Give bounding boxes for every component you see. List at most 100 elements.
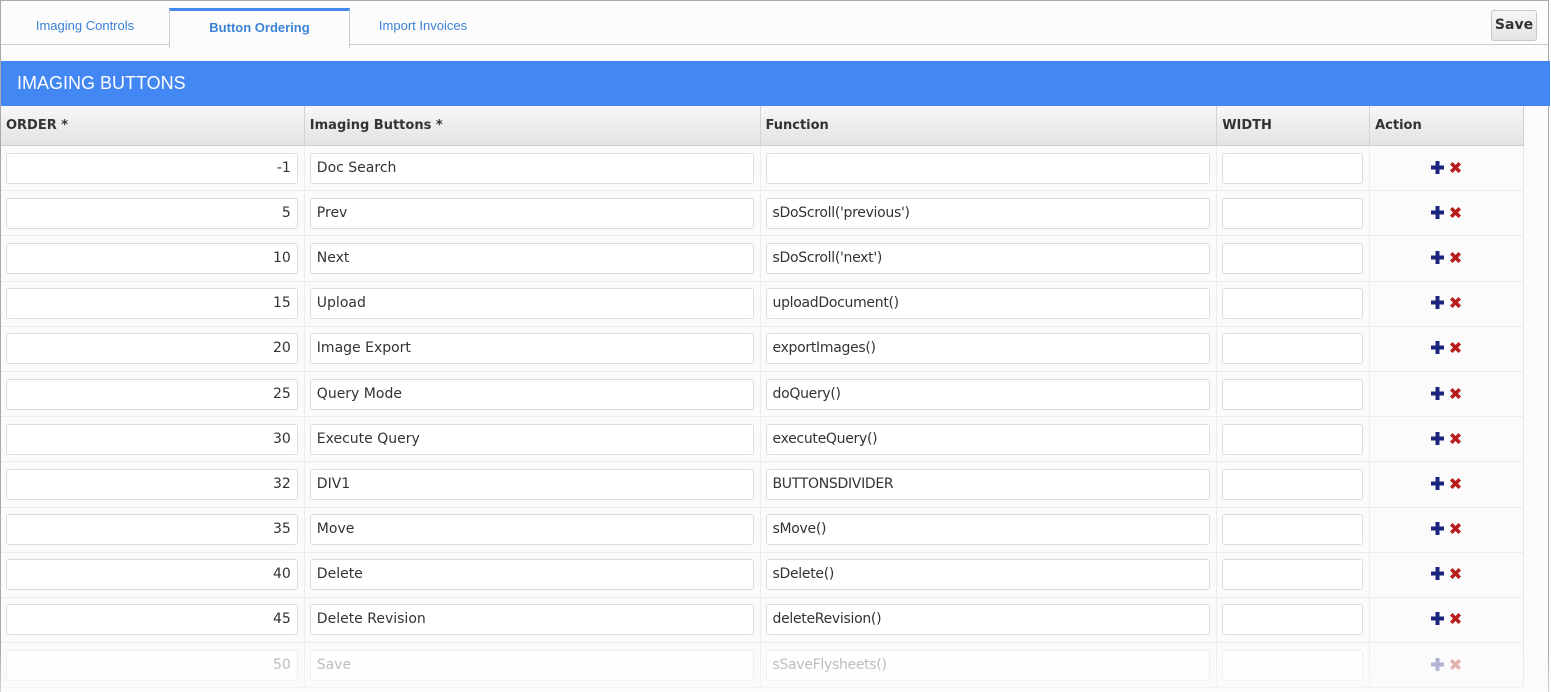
order-input[interactable]: 15 — [6, 288, 298, 320]
grid-header: ORDER * Imaging Buttons * Function WIDTH… — [1, 106, 1524, 146]
function-cell: deleteRevision() — [761, 597, 1218, 643]
order-input[interactable]: 50 — [6, 649, 298, 681]
width-input[interactable] — [1222, 604, 1364, 636]
column-header-action[interactable]: Action — [1370, 106, 1523, 145]
function-input[interactable]: uploadDocument() — [765, 288, 1211, 320]
function-cell — [761, 146, 1218, 191]
order-input[interactable]: -1 — [6, 152, 298, 184]
function-input[interactable]: executeQuery() — [765, 423, 1211, 455]
plus-icon[interactable] — [1430, 250, 1445, 265]
order-input[interactable]: 20 — [6, 333, 298, 365]
width-input[interactable] — [1222, 333, 1364, 365]
plus-icon[interactable] — [1430, 205, 1445, 220]
order-cell: 25 — [1, 371, 305, 417]
tab-import-invoices[interactable]: Import Invoices — [349, 9, 497, 44]
x-icon[interactable] — [1448, 431, 1463, 446]
function-input[interactable]: sSaveFlysheets() — [765, 649, 1211, 681]
button-name-input[interactable]: Delete Revision — [309, 604, 754, 636]
function-input[interactable] — [765, 152, 1211, 184]
x-icon[interactable] — [1448, 566, 1463, 581]
order-input[interactable]: 25 — [6, 378, 298, 410]
button-name-input[interactable]: Delete — [309, 559, 754, 591]
order-cell: 45 — [1, 597, 305, 643]
column-header-function[interactable]: Function — [761, 106, 1218, 145]
function-input[interactable]: BUTTONSDIVIDER — [765, 468, 1211, 500]
width-input[interactable] — [1222, 468, 1364, 500]
tab-imaging-controls[interactable]: Imaging Controls — [1, 9, 169, 44]
function-input[interactable]: sMove() — [765, 514, 1211, 546]
x-icon[interactable] — [1448, 205, 1463, 220]
plus-icon[interactable] — [1430, 476, 1445, 491]
function-cell: BUTTONSDIVIDER — [761, 462, 1218, 507]
function-input[interactable]: exportImages() — [765, 333, 1211, 365]
button-name-input[interactable]: Doc Search — [309, 152, 754, 184]
function-input[interactable]: deleteRevision() — [765, 604, 1211, 636]
x-icon[interactable] — [1448, 657, 1463, 672]
width-cell — [1217, 191, 1371, 236]
name-cell: Save — [305, 643, 761, 688]
function-input[interactable]: doQuery() — [765, 378, 1211, 410]
plus-icon[interactable] — [1430, 386, 1445, 401]
action-cell — [1370, 146, 1523, 190]
x-icon[interactable] — [1448, 386, 1463, 401]
button-name-input[interactable]: Next — [309, 242, 754, 274]
button-name-input[interactable]: Image Export — [309, 333, 754, 365]
plus-icon[interactable] — [1430, 160, 1445, 175]
width-input[interactable] — [1222, 242, 1364, 274]
table-row: 50 Save sSaveFlysheets() — [1, 643, 1524, 689]
width-input[interactable] — [1222, 559, 1364, 591]
order-cell: 20 — [1, 326, 305, 371]
width-input[interactable] — [1222, 378, 1364, 410]
column-header-imaging-buttons[interactable]: Imaging Buttons * — [305, 106, 761, 145]
plus-icon[interactable] — [1430, 521, 1445, 536]
column-header-order[interactable]: ORDER * — [1, 106, 305, 145]
action-cell — [1370, 191, 1523, 235]
plus-icon[interactable] — [1430, 340, 1445, 355]
function-input[interactable]: sDoScroll('next') — [765, 242, 1211, 274]
x-icon[interactable] — [1448, 476, 1463, 491]
order-input[interactable]: 35 — [6, 514, 298, 546]
button-name-input[interactable]: Save — [309, 649, 754, 681]
tab-bar: Imaging Controls Button Ordering Import … — [1, 1, 1548, 48]
action-cell — [1370, 372, 1523, 416]
x-icon[interactable] — [1448, 160, 1463, 175]
width-input[interactable] — [1222, 514, 1364, 546]
plus-icon[interactable] — [1430, 431, 1445, 446]
name-cell: Upload — [305, 281, 761, 326]
x-icon[interactable] — [1448, 340, 1463, 355]
button-name-input[interactable]: Query Mode — [309, 378, 754, 410]
button-name-input[interactable]: Execute Query — [309, 423, 754, 455]
order-input[interactable]: 32 — [6, 468, 298, 500]
button-name-input[interactable]: Upload — [309, 288, 754, 320]
tab-button-ordering[interactable]: Button Ordering — [169, 8, 350, 48]
width-input[interactable] — [1222, 197, 1364, 229]
function-input[interactable]: sDoScroll('previous') — [765, 197, 1211, 229]
button-name-input[interactable]: DIV1 — [309, 468, 754, 500]
x-icon[interactable] — [1448, 250, 1463, 265]
width-input[interactable] — [1222, 423, 1364, 455]
plus-icon[interactable] — [1430, 566, 1445, 581]
function-input[interactable]: sDelete() — [765, 559, 1211, 591]
function-cell: sDoScroll('next') — [761, 236, 1218, 281]
row-actions — [1430, 566, 1463, 581]
order-input[interactable]: 10 — [6, 242, 298, 274]
row-actions — [1430, 476, 1463, 491]
width-input[interactable] — [1222, 152, 1364, 184]
plus-icon[interactable] — [1430, 611, 1445, 626]
button-name-input[interactable]: Move — [309, 514, 754, 546]
plus-icon[interactable] — [1430, 657, 1445, 672]
save-button[interactable]: Save — [1491, 10, 1537, 41]
order-input[interactable]: 30 — [6, 423, 298, 455]
plus-icon[interactable] — [1430, 295, 1445, 310]
table-row: -1 Doc Search — [1, 146, 1524, 192]
x-icon[interactable] — [1448, 611, 1463, 626]
order-input[interactable]: 40 — [6, 559, 298, 591]
width-input[interactable] — [1222, 649, 1364, 681]
order-input[interactable]: 5 — [6, 197, 298, 229]
x-icon[interactable] — [1448, 295, 1463, 310]
button-name-input[interactable]: Prev — [309, 197, 754, 229]
x-icon[interactable] — [1448, 521, 1463, 536]
order-input[interactable]: 45 — [6, 604, 298, 636]
column-header-width[interactable]: WIDTH — [1217, 106, 1371, 145]
width-input[interactable] — [1222, 288, 1364, 320]
